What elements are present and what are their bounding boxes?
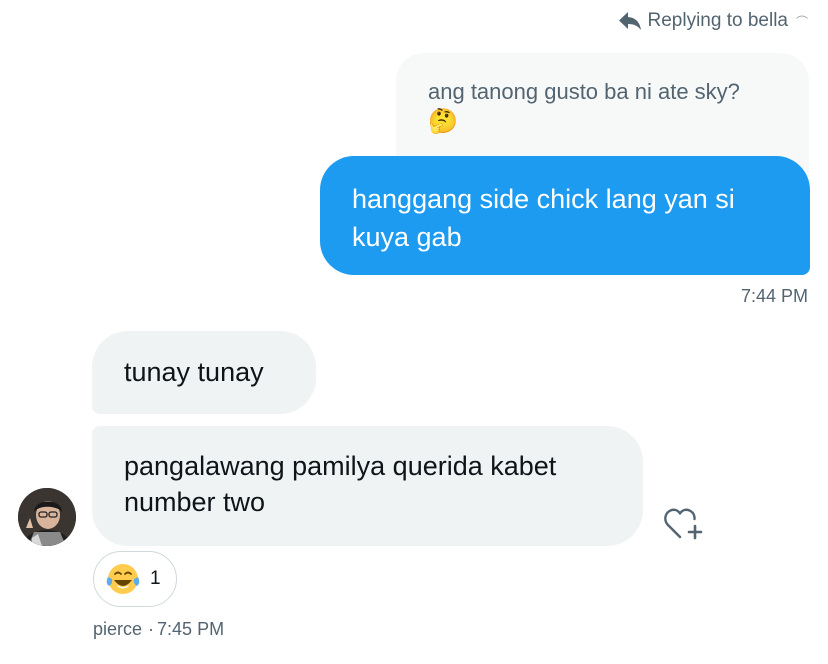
reply-context[interactable]: Replying to bella ⌒ [618,10,808,32]
heart-plus-icon [663,504,705,542]
reply-arrow-icon [618,11,642,31]
received-message-timestamp: 7:45 PM [157,619,225,639]
received-message-bubble[interactable]: pangalawang pamilya querida kabet number… [92,426,643,546]
reaction-count: 1 [150,568,161,589]
face-with-tears-of-joy-icon [106,562,140,596]
reply-context-label: Replying to bella [647,10,788,31]
sent-message-text: hanggang side chick lang yan si kuya gab [352,184,735,252]
received-message-bubble[interactable]: tunay tunay [92,331,316,414]
quoted-message-text: ang tanong gusto ba ni ate sky? [428,79,740,104]
thinking-face-emoji: 🤔 [428,108,458,135]
received-message-text: pangalawang pamilya querida kabet number… [124,451,557,517]
meta-separator: · [148,619,155,639]
sent-message-timestamp: 7:44 PM [740,286,808,306]
sent-message-bubble[interactable]: hanggang side chick lang yan si kuya gab [320,156,810,275]
user-avatar[interactable] [18,488,76,546]
received-message-text: tunay tunay [124,357,264,387]
add-reaction-button[interactable] [663,504,705,542]
sender-name: pierce [93,619,143,639]
reply-context-emoji: ⌒ [795,14,808,29]
sender-meta: pierce · 7:45 PM [93,619,224,640]
reaction-pill[interactable]: 1 [93,551,177,607]
